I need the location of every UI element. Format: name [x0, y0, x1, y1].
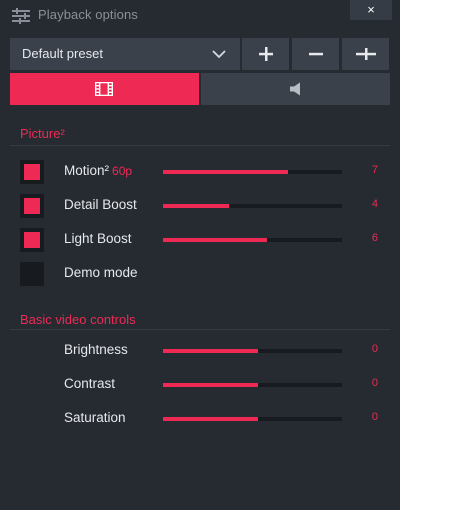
chevron-down-icon	[212, 50, 226, 59]
window-title: Playback options	[38, 7, 138, 22]
motion-checkbox[interactable]	[20, 160, 44, 184]
brightness-value: 0	[371, 343, 378, 355]
sliders-icon	[12, 8, 30, 24]
detail-boost-label: Detail Boost	[64, 197, 137, 212]
setting-row-brightness: Brightness 0	[0, 337, 400, 365]
contrast-slider[interactable]	[163, 383, 342, 387]
detail-boost-slider[interactable]	[163, 204, 342, 208]
preset-dropdown[interactable]: Default preset	[10, 38, 240, 70]
saturation-slider[interactable]	[163, 417, 342, 421]
light-boost-label: Light Boost	[64, 231, 132, 246]
motion-rate-label: 60p	[112, 164, 133, 178]
detail-boost-value: 4	[371, 198, 378, 210]
setting-row-saturation: Saturation 0	[0, 405, 400, 433]
preset-selected-value: Default preset	[22, 46, 103, 61]
brightness-label: Brightness	[64, 342, 128, 357]
remove-preset-button[interactable]	[292, 38, 339, 70]
picture-section-title: Picture²	[20, 126, 65, 141]
demo-mode-checkbox[interactable]	[20, 262, 44, 286]
tab-audio[interactable]	[201, 73, 390, 105]
brightness-slider[interactable]	[163, 349, 342, 353]
motion-label: Motion² 60p	[64, 163, 133, 178]
light-boost-value: 6	[371, 232, 378, 244]
speaker-icon	[290, 82, 300, 96]
setting-row-demo-mode: Demo mode	[0, 260, 400, 288]
adjust-icon	[355, 48, 376, 60]
setting-row-light-boost: Light Boost 6	[0, 226, 400, 254]
motion-slider[interactable]	[163, 170, 342, 174]
adjust-preset-button[interactable]	[342, 38, 389, 70]
picture-section-divider	[10, 145, 390, 146]
setting-row-contrast: Contrast 0	[0, 371, 400, 399]
film-icon	[95, 82, 113, 96]
demo-mode-label: Demo mode	[64, 265, 138, 280]
playback-options-panel: Playback options × Default preset Pictur…	[0, 0, 400, 510]
title-bar: Playback options ×	[0, 0, 400, 32]
contrast-value: 0	[371, 377, 378, 389]
saturation-value: 0	[371, 411, 378, 423]
add-preset-button[interactable]	[242, 38, 289, 70]
plus-icon	[258, 47, 273, 61]
contrast-label: Contrast	[64, 376, 116, 391]
motion-value: 7	[371, 164, 378, 176]
close-button[interactable]: ×	[350, 0, 392, 20]
tab-picture[interactable]	[10, 73, 199, 105]
setting-row-motion: Motion² 60p 7	[0, 158, 400, 186]
light-boost-slider[interactable]	[163, 238, 342, 242]
detail-boost-checkbox[interactable]	[20, 194, 44, 218]
minus-icon	[308, 52, 323, 56]
light-boost-checkbox[interactable]	[20, 228, 44, 252]
saturation-label: Saturation	[64, 410, 126, 425]
basic-controls-section-title: Basic video controls	[20, 312, 136, 327]
basic-controls-divider	[10, 329, 390, 330]
setting-row-detail-boost: Detail Boost 4	[0, 192, 400, 220]
